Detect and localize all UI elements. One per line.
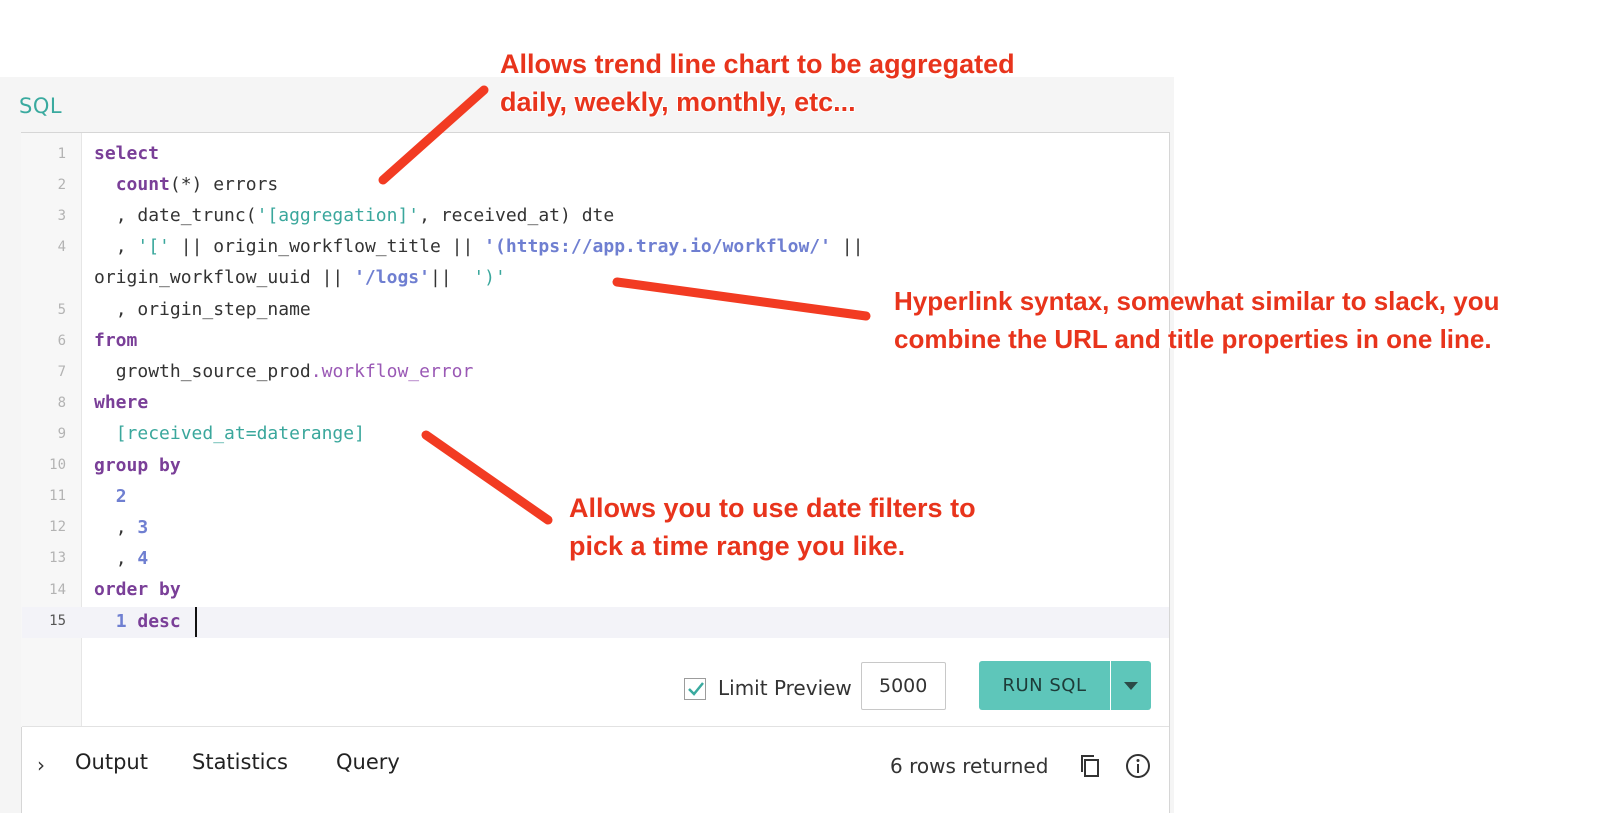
annotation-line: Hyperlink syntax, somewhat similar to sl… [894, 286, 1500, 316]
annotation-arrow [421, 430, 553, 525]
annotation-daterange: Allows you to use date filters to pick a… [569, 489, 976, 565]
annotation-arrow [612, 277, 871, 321]
annotation-line: Allows you to use date filters to [569, 493, 976, 523]
annotation-line: combine the URL and title properties in … [894, 324, 1492, 354]
annotation-arrow [378, 85, 489, 185]
annotation-line: daily, weekly, monthly, etc... [500, 87, 856, 117]
annotation-aggregation: Allows trend line chart to be aggregated… [500, 45, 1015, 121]
annotation-line: Allows trend line chart to be aggregated [500, 49, 1015, 79]
annotation-line: pick a time range you like. [569, 531, 906, 561]
annotation-hyperlink: Hyperlink syntax, somewhat similar to sl… [894, 282, 1499, 358]
annotation-arrows [378, 85, 871, 525]
